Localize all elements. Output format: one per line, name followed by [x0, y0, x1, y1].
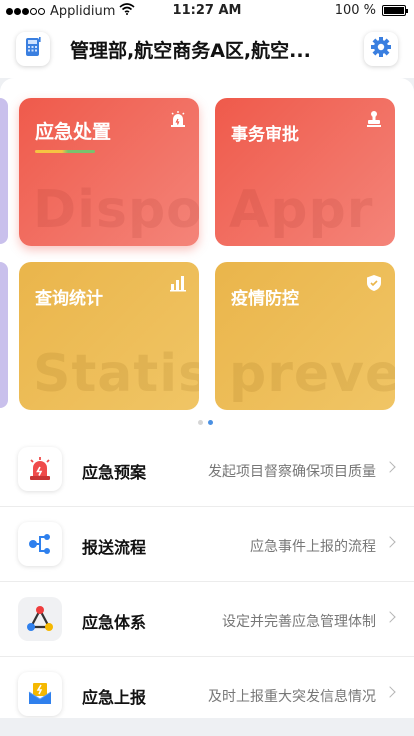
shield-icon: [365, 274, 383, 296]
page-dot-active[interactable]: [208, 420, 213, 425]
list-item-desc: 应急事件上报的流程: [250, 539, 376, 555]
list-item-title: 报送流程: [82, 538, 147, 557]
tile-watermark: Appr: [229, 180, 374, 240]
main-panel: 应急处置 Dispo 事务审批 Appr 查询统计 Statis 疫情防控 pr…: [0, 78, 414, 718]
tile-emergency-response[interactable]: 应急处置 Dispo: [19, 98, 199, 246]
battery-status: 100 %: [334, 3, 408, 18]
app-header: 管理部,航空商务A区,航空...: [0, 22, 414, 78]
tile-title: 查询统计: [35, 289, 103, 309]
chevron-right-icon: [384, 686, 396, 698]
tile-watermark: preve: [229, 344, 395, 404]
report-envelope-icon: [18, 672, 62, 716]
alarm-siren-icon: [169, 110, 187, 132]
list-item-report-process[interactable]: 报送流程 应急事件上报的流程: [0, 507, 414, 582]
tile-watermark: Statis: [33, 344, 199, 404]
list-item-emergency-report[interactable]: 应急上报 及时上报重大突发信息情况: [0, 657, 414, 718]
settings-button[interactable]: [364, 32, 398, 66]
stamp-icon: [365, 110, 383, 132]
gear-icon: [370, 36, 392, 62]
tile-title: 应急处置: [35, 121, 112, 143]
status-bar: Applidium 11:27 AM 100 %: [0, 0, 414, 22]
list-item-emergency-plan[interactable]: 应急预案 发起项目督察确保项目质量: [0, 432, 414, 507]
tile-title: 疫情防控: [231, 289, 299, 309]
list-item-emergency-system[interactable]: 应急体系 设定并完善应急管理体制: [0, 582, 414, 657]
active-underline: [35, 150, 95, 153]
page-indicator: [198, 420, 213, 425]
siren-icon: [18, 447, 62, 491]
network-triangle-icon: [18, 597, 62, 641]
flow-branch-icon: [18, 522, 62, 566]
battery-percent: 100 %: [334, 3, 376, 18]
bar-chart-icon: [169, 274, 187, 296]
tile-statistics[interactable]: 查询统计 Statis: [19, 262, 199, 410]
list-item-title: 应急预案: [82, 463, 147, 482]
chevron-right-icon: [384, 536, 396, 548]
page-dot[interactable]: [198, 420, 203, 425]
battery-icon: [382, 5, 408, 16]
page-title: 管理部,航空商务A区,航空...: [70, 40, 311, 62]
feature-list: 应急预案 发起项目督察确保项目质量 报送流程 应急事件上报的流程 应急体系 设定…: [0, 432, 414, 718]
list-item-title: 应急上报: [82, 688, 147, 707]
chevron-right-icon: [384, 461, 396, 473]
phone-grid-icon: [23, 36, 43, 62]
list-item-desc: 发起项目督察确保项目质量: [208, 464, 376, 480]
tile-epidemic-control[interactable]: 疫情防控 preve: [215, 262, 395, 410]
list-item-title: 应急体系: [82, 613, 147, 632]
chevron-right-icon: [384, 611, 396, 623]
tile-watermark: Dispo: [33, 180, 199, 240]
phone-grid-button[interactable]: [16, 32, 50, 66]
list-item-desc: 及时上报重大突发信息情况: [208, 689, 376, 705]
tile-title: 事务审批: [231, 125, 299, 145]
prev-page-peek[interactable]: [0, 262, 8, 408]
list-item-desc: 设定并完善应急管理体制: [222, 614, 376, 630]
tile-approval[interactable]: 事务审批 Appr: [215, 98, 395, 246]
prev-page-peek[interactable]: [0, 98, 8, 244]
